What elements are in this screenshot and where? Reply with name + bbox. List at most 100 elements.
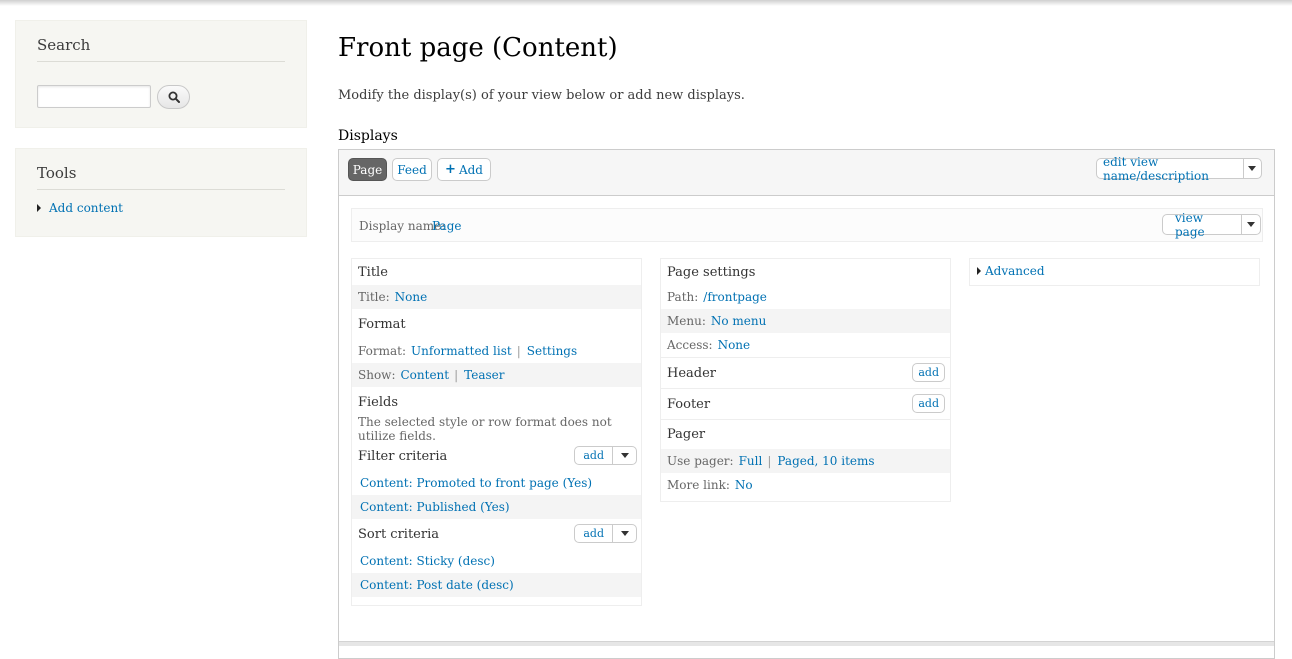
section-page-settings-heading: Page settings xyxy=(667,264,756,280)
edit-view-dropdown-toggle[interactable] xyxy=(1242,159,1261,178)
sort-add-dropbutton[interactable]: add xyxy=(574,524,637,543)
format-row: Format: Unformatted list | Settings xyxy=(352,339,641,363)
show-key: Show: xyxy=(358,368,396,382)
section-format-heading: Format xyxy=(358,316,406,332)
show-value-link[interactable]: Content xyxy=(401,368,450,382)
filter-item-promoted[interactable]: Content: Promoted to front page (Yes) xyxy=(360,476,592,490)
display-name-row: Display name: Page view page xyxy=(351,208,1263,242)
edit-view-link[interactable]: edit view name/description xyxy=(1097,155,1243,183)
tools-item-add-content[interactable]: Add content xyxy=(37,201,123,215)
section-footer-heading: Footer add xyxy=(661,388,950,419)
use-pager-value-link[interactable]: Full xyxy=(739,454,763,468)
section-sort-heading: Sort criteria add xyxy=(352,519,641,549)
show-row: Show: Content | Teaser xyxy=(352,363,641,387)
separator: | xyxy=(767,454,772,468)
menu-key: Menu: xyxy=(667,314,706,328)
menu-value-link[interactable]: No menu xyxy=(711,314,766,328)
page-title: Front page (Content) xyxy=(338,33,618,63)
header-heading-label: Header xyxy=(667,365,717,381)
show-teaser-link[interactable]: Teaser xyxy=(464,368,504,382)
filter-item-published[interactable]: Content: Published (Yes) xyxy=(360,500,510,514)
sort-add-dropdown-toggle[interactable] xyxy=(612,525,636,542)
title-value-link[interactable]: None xyxy=(395,290,428,304)
search-icon xyxy=(168,91,180,103)
use-pager-row: Use pager: Full | Paged, 10 items xyxy=(661,449,950,473)
chevron-down-icon xyxy=(620,453,629,458)
path-value-link[interactable]: /frontpage xyxy=(703,290,767,304)
fields-note: The selected style or row format does no… xyxy=(358,415,612,443)
filter-heading-label: Filter criteria xyxy=(358,448,448,464)
separator: | xyxy=(454,368,459,382)
edit-view-dropbutton[interactable]: edit view name/description xyxy=(1096,155,1262,183)
format-key: Format: xyxy=(358,344,407,358)
title-key: Title: xyxy=(358,290,390,304)
filter-add-dropdown-toggle[interactable] xyxy=(612,447,636,464)
more-link-value-link[interactable]: No xyxy=(735,478,753,492)
filter-item-row: Content: Published (Yes) xyxy=(352,495,641,519)
separator: | xyxy=(516,344,521,358)
bottom-divider xyxy=(339,641,1274,646)
menu-row: Menu: No menu xyxy=(661,309,950,333)
format-value-link[interactable]: Unformatted list xyxy=(411,344,512,358)
more-link-row: More link: No xyxy=(661,473,950,497)
footer-add-link[interactable]: add xyxy=(913,395,944,412)
path-key: Path: xyxy=(667,290,699,304)
tools-block-title: Tools xyxy=(37,164,285,190)
view-page-dropbutton[interactable]: view page xyxy=(1162,211,1261,239)
chevron-down-icon xyxy=(1246,222,1255,227)
sort-item-sticky[interactable]: Content: Sticky (desc) xyxy=(360,554,495,568)
display-tabs-bar: Page Feed + Add edit view name/descripti… xyxy=(339,150,1274,196)
add-content-link[interactable]: Add content xyxy=(49,201,123,215)
use-pager-key: Use pager: xyxy=(667,454,734,468)
add-display-label: Add xyxy=(458,162,483,177)
fields-note-row: The selected style or row format does no… xyxy=(352,415,641,443)
advanced-link[interactable]: Advanced xyxy=(985,264,1045,278)
use-pager-items-link[interactable]: Paged, 10 items xyxy=(777,454,874,468)
path-row: Path: /frontpage xyxy=(661,285,950,309)
views-display-box: Page Feed + Add edit view name/descripti… xyxy=(338,149,1275,659)
format-settings-link[interactable]: Settings xyxy=(527,344,577,358)
chevron-down-icon xyxy=(620,531,629,536)
more-link-key: More link: xyxy=(667,478,730,492)
access-key: Access: xyxy=(667,338,713,352)
add-display-button[interactable]: + Add xyxy=(437,158,491,181)
sort-item-row: Content: Sticky (desc) xyxy=(352,549,641,573)
triangle-right-icon xyxy=(977,267,981,275)
search-input[interactable] xyxy=(37,85,151,108)
tab-feed[interactable]: Feed xyxy=(392,158,432,181)
section-header-heading: Header add xyxy=(661,357,950,388)
sort-heading-label: Sort criteria xyxy=(358,526,439,542)
view-page-link[interactable]: view page xyxy=(1163,211,1241,239)
section-fields-heading: Fields xyxy=(358,394,399,410)
access-row: Access: None xyxy=(661,333,950,357)
filter-add-dropbutton[interactable]: add xyxy=(574,446,637,465)
section-title-heading: Title xyxy=(358,264,388,280)
advanced-toggle[interactable]: Advanced xyxy=(970,259,1259,283)
footer-add-button[interactable]: add xyxy=(912,394,945,413)
access-value-link[interactable]: None xyxy=(718,338,751,352)
chevron-down-icon xyxy=(1248,166,1257,171)
filter-add-link[interactable]: add xyxy=(575,447,612,464)
column-third: Advanced xyxy=(969,258,1260,286)
header-add-link[interactable]: add xyxy=(913,364,944,381)
plus-icon: + xyxy=(445,162,456,177)
section-pager-heading: Pager xyxy=(661,419,950,449)
search-block-title: Search xyxy=(37,36,285,62)
section-filter-heading: Filter criteria add xyxy=(352,441,641,471)
search-block: Search xyxy=(15,20,307,128)
sort-item-post-date[interactable]: Content: Post date (desc) xyxy=(360,578,514,592)
displays-label: Displays xyxy=(338,128,398,144)
triangle-right-icon xyxy=(37,204,41,212)
footer-heading-label: Footer xyxy=(667,396,711,412)
filter-item-row: Content: Promoted to front page (Yes) xyxy=(352,471,641,495)
top-shadow xyxy=(0,0,1292,6)
view-page-dropdown-toggle[interactable] xyxy=(1240,215,1260,234)
display-name-value[interactable]: Page xyxy=(432,219,461,233)
page-description: Modify the display(s) of your view below… xyxy=(338,88,745,103)
tab-page[interactable]: Page xyxy=(348,158,387,181)
sort-add-link[interactable]: add xyxy=(575,525,612,542)
sort-item-row: Content: Post date (desc) xyxy=(352,573,641,597)
column-first: Title Title: None Format Format: Unforma… xyxy=(351,258,642,606)
search-button[interactable] xyxy=(157,85,190,109)
header-add-button[interactable]: add xyxy=(912,363,945,382)
